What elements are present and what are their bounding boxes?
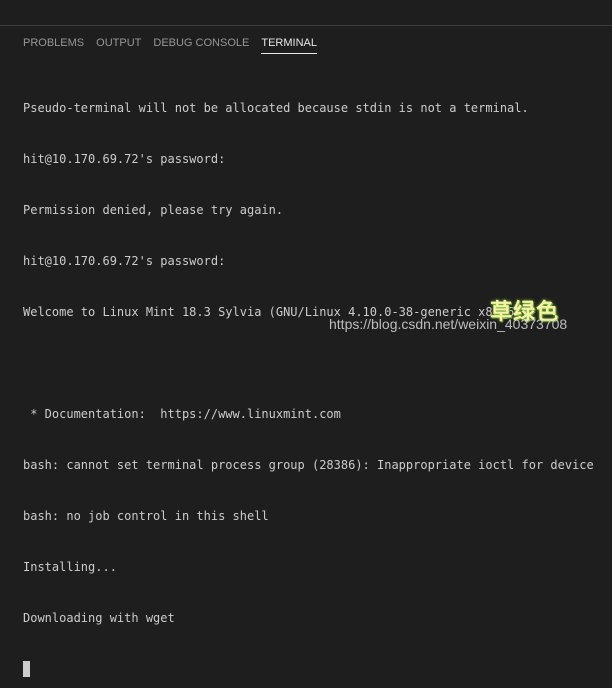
watermark-url: https://blog.csdn.net/weixin_40373708 bbox=[329, 316, 568, 332]
terminal-line: Pseudo-terminal will not be allocated be… bbox=[23, 101, 529, 115]
terminal-line: bash: no job control in this shell bbox=[23, 509, 269, 523]
terminal-line: hit@10.170.69.72's password: bbox=[23, 254, 226, 268]
terminal-line: Installing... bbox=[23, 560, 117, 574]
terminal-output[interactable]: Pseudo-terminal will not be allocated be… bbox=[23, 66, 603, 677]
tab-debug-console[interactable]: DEBUG CONSOLE bbox=[153, 36, 249, 53]
terminal-line: Downloading with wget bbox=[23, 611, 175, 625]
terminal-line: hit@10.170.69.72's password: bbox=[23, 152, 226, 166]
tab-terminal[interactable]: TERMINAL bbox=[261, 36, 317, 54]
terminal-line: * Documentation: https://www.linuxmint.c… bbox=[23, 407, 341, 421]
panel-tab-bar: PROBLEMS OUTPUT DEBUG CONSOLE TERMINAL bbox=[23, 36, 329, 56]
terminal-line: Permission denied, please try again. bbox=[23, 203, 284, 217]
terminal-line: bash: cannot set terminal process group … bbox=[23, 458, 594, 472]
tab-output[interactable]: OUTPUT bbox=[96, 36, 141, 53]
tab-problems[interactable]: PROBLEMS bbox=[23, 36, 84, 53]
terminal-prompt-line[interactable] bbox=[23, 661, 603, 678]
editor-area-edge bbox=[0, 0, 612, 26]
terminal-cursor bbox=[23, 661, 30, 677]
